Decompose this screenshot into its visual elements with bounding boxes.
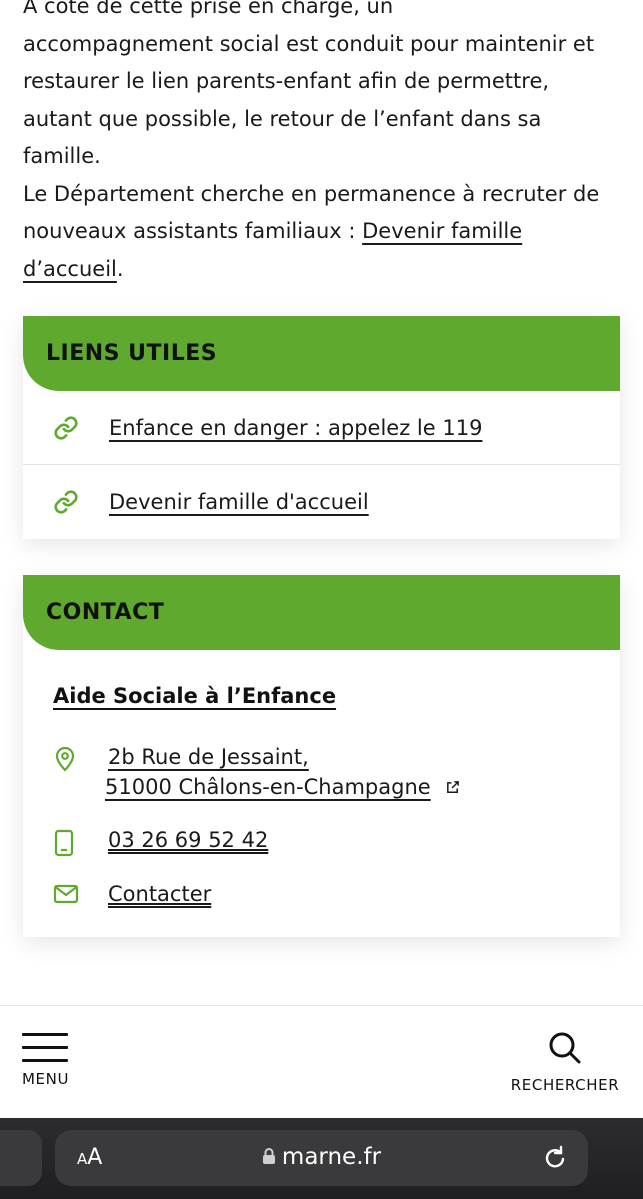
contact-header: CONTACT bbox=[23, 575, 620, 650]
search-label: RECHERCHER bbox=[510, 1076, 620, 1094]
article-paragraph-2: Le Département cherche en permanence à r… bbox=[23, 176, 623, 289]
devenir-famille-link[interactable]: Devenir famille d'accueil bbox=[109, 490, 369, 514]
article-paragraph-2-end: . bbox=[116, 256, 124, 281]
address-line-2-wrap: 51000 Châlons-en-Champagne bbox=[105, 772, 460, 803]
reload-icon[interactable] bbox=[542, 1144, 568, 1176]
phone-row: 03 26 69 52 42 bbox=[53, 825, 620, 857]
bottom-navigation: MENU RECHERCHER bbox=[0, 1005, 643, 1118]
phone-number: 03 26 69 52 42 bbox=[108, 828, 269, 852]
enfance-en-danger-link[interactable]: Enfance en danger : appelez le 119 bbox=[109, 416, 482, 440]
liens-utiles-header: LIENS UTILES bbox=[23, 316, 620, 391]
article-text: A côté de cette prise en charge, un acco… bbox=[23, 0, 623, 288]
article-line-1: A côté de cette prise en charge, un bbox=[23, 0, 394, 18]
lock-icon bbox=[262, 1145, 276, 1171]
liens-utiles-title: LIENS UTILES bbox=[46, 341, 218, 366]
email-row: Contacter bbox=[53, 879, 620, 909]
menu-button[interactable]: MENU bbox=[22, 1033, 74, 1088]
address-bar[interactable]: AA marne.fr bbox=[55, 1130, 588, 1186]
liens-utiles-item[interactable]: Enfance en danger : appelez le 119 bbox=[23, 391, 620, 465]
search-button[interactable]: RECHERCHER bbox=[509, 1030, 621, 1094]
previous-tab-stub[interactable] bbox=[0, 1130, 42, 1186]
article-paragraph-1-rest: accompagnement social est conduit pour m… bbox=[23, 31, 595, 169]
organization-link[interactable]: Aide Sociale à l’Enfance bbox=[53, 684, 336, 708]
search-icon bbox=[547, 1030, 583, 1070]
browser-toolbar: AA marne.fr bbox=[0, 1118, 643, 1199]
envelope-icon bbox=[53, 879, 108, 905]
menu-label: MENU bbox=[22, 1070, 70, 1088]
location-pin-icon bbox=[53, 742, 108, 772]
contacter-label: Contacter bbox=[108, 882, 212, 906]
external-link-icon bbox=[445, 773, 460, 803]
domain-text: marne.fr bbox=[281, 1144, 382, 1170]
link-icon bbox=[23, 489, 109, 515]
contact-body: Aide Sociale à l’Enfance 2b Rue de Jessa… bbox=[23, 650, 620, 937]
liens-utiles-item[interactable]: Devenir famille d'accueil bbox=[23, 465, 620, 539]
hamburger-icon bbox=[22, 1033, 74, 1062]
contacter-link[interactable]: Contacter bbox=[108, 879, 211, 909]
phone-link[interactable]: 03 26 69 52 42 bbox=[108, 825, 268, 855]
contact-card: CONTACT Aide Sociale à l’Enfance 2b Rue … bbox=[23, 575, 620, 937]
article-paragraph-1: A côté de cette prise en charge, un acco… bbox=[23, 0, 623, 176]
liens-utiles-card: LIENS UTILES Enfance en danger : appelez… bbox=[23, 316, 620, 539]
address-line-2: 51000 Châlons-en-Champagne bbox=[105, 775, 431, 799]
address-row: 2b Rue de Jessaint, 51000 Châlons-en-Cha… bbox=[53, 742, 620, 803]
url-display[interactable]: marne.fr bbox=[55, 1144, 588, 1171]
address-line-1: 2b Rue de Jessaint, bbox=[108, 745, 309, 769]
contact-title: CONTACT bbox=[46, 600, 165, 625]
link-icon bbox=[23, 415, 109, 441]
address-link[interactable]: 2b Rue de Jessaint, 51000 Châlons-en-Cha… bbox=[105, 742, 460, 803]
mobile-phone-icon bbox=[53, 825, 108, 857]
